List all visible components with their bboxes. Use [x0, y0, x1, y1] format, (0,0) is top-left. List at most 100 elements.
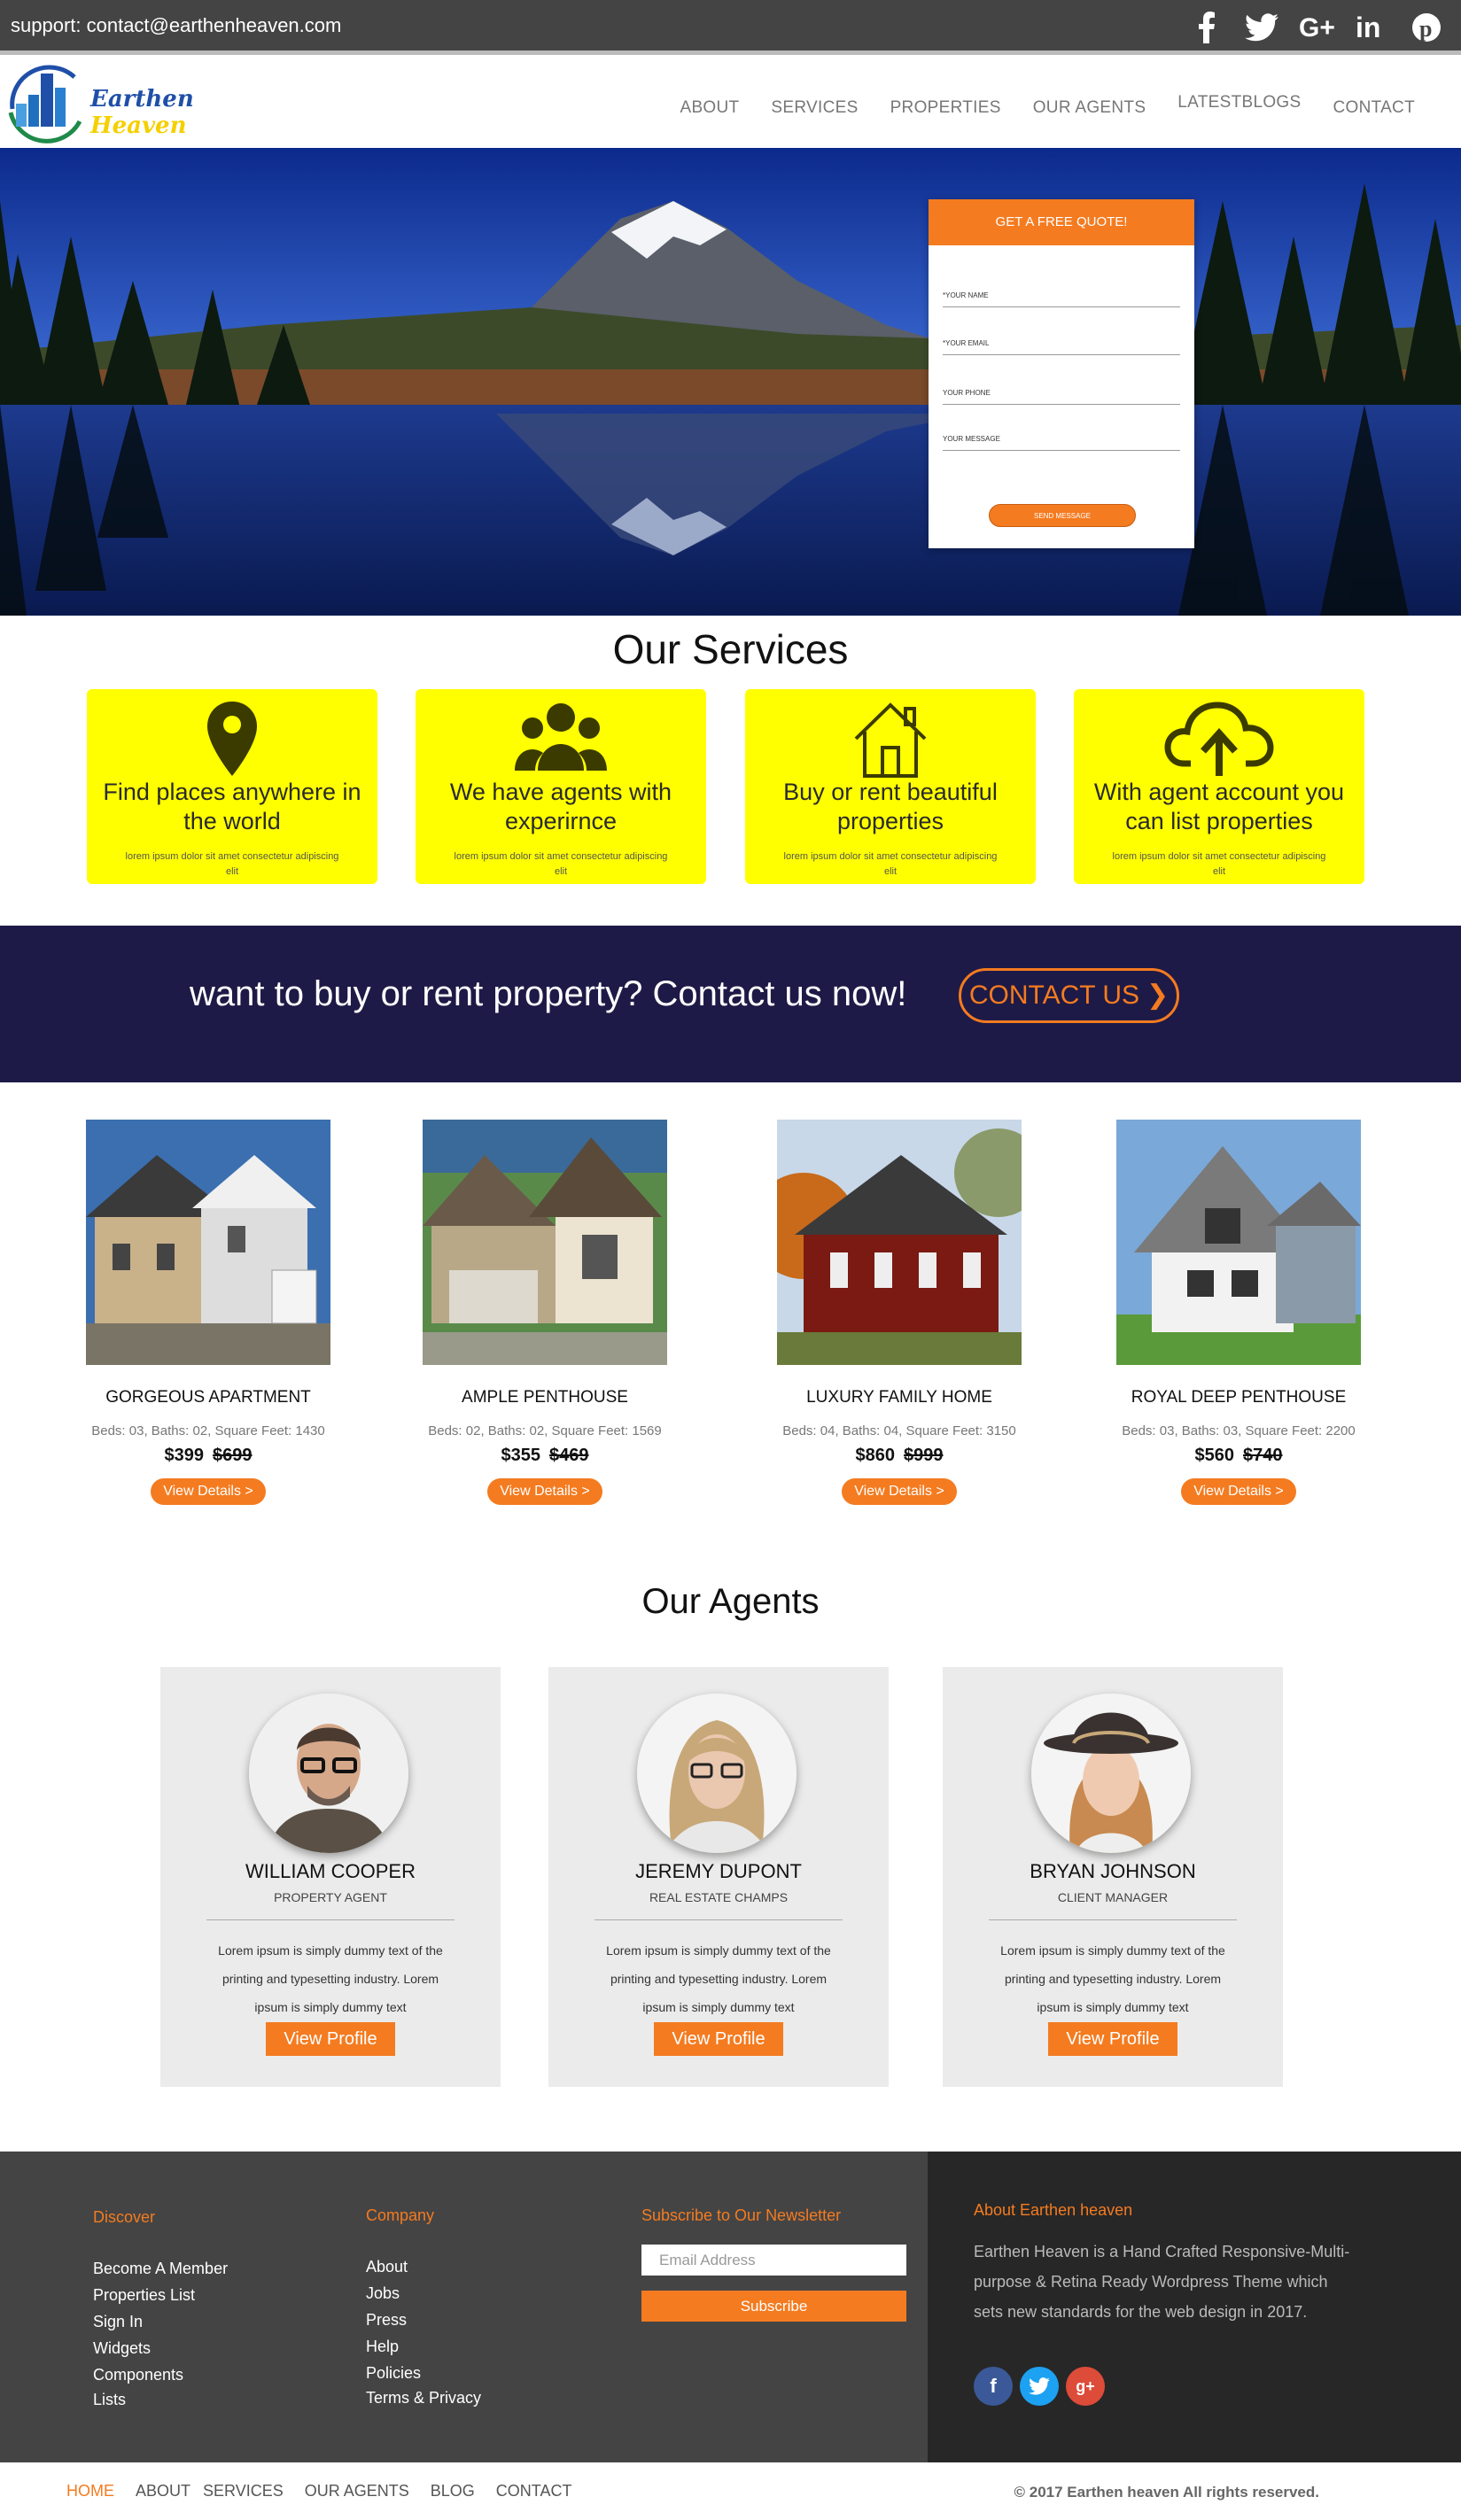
- email-field[interactable]: *YOUR EMAIL: [943, 339, 1180, 355]
- view-details-button[interactable]: View Details >: [1181, 1478, 1296, 1505]
- contact-us-button[interactable]: CONTACT US ❯: [959, 968, 1179, 1023]
- agent-card: BRYAN JOHNSON CLIENT MANAGER Lorem ipsum…: [943, 1667, 1283, 2087]
- nav-latest-blogs[interactable]: LATESTBLOGS: [1177, 93, 1301, 118]
- discover-heading: Discover: [93, 2208, 156, 2226]
- old-price: $999: [904, 1446, 944, 1465]
- site-footer: Discover Become A Member Properties List…: [0, 2152, 1461, 2462]
- property-name: AMPLE PENTHOUSE: [462, 1388, 628, 1407]
- old-price: $699: [213, 1446, 253, 1465]
- logo-text: Earthen Heaven: [90, 86, 194, 139]
- property-card: ROYAL DEEP PENTHOUSE Beds: 03, Baths: 03…: [1115, 1120, 1363, 1505]
- service-card[interactable]: Find places anywhere in the world lorem …: [87, 689, 377, 884]
- current-price: $860: [855, 1446, 896, 1465]
- footer-link[interactable]: Become A Member: [93, 2260, 228, 2278]
- subscribe-button[interactable]: Subscribe: [641, 2291, 906, 2322]
- footer-nav-about[interactable]: ABOUT: [136, 2482, 190, 2501]
- site-logo[interactable]: Earthen Heaven: [4, 59, 287, 146]
- footer-nav-blog[interactable]: BLOG: [431, 2482, 475, 2501]
- users-icon: [416, 698, 706, 783]
- support-email[interactable]: support: contact@earthenheaven.com: [11, 14, 341, 37]
- property-meta: Beds: 04, Baths: 04, Square Feet: 3150: [782, 1423, 1016, 1438]
- contact-us-label: CONTACT US: [968, 981, 1140, 1010]
- twitter-icon[interactable]: [1020, 2367, 1059, 2406]
- service-title: Buy or rent beautiful properties: [783, 779, 998, 834]
- view-details-button[interactable]: View Details >: [151, 1478, 266, 1505]
- agent-name: WILLIAM COOPER: [245, 1860, 416, 1882]
- service-title: We have agents with experirnce: [449, 779, 672, 834]
- send-message-button[interactable]: SEND MESSAGE: [989, 504, 1136, 527]
- agent-card: JEREMY DUPONT REAL ESTATE CHAMPS Lorem i…: [548, 1667, 889, 2087]
- footer-link[interactable]: Jobs: [366, 2284, 400, 2303]
- view-profile-button[interactable]: View Profile: [654, 2022, 783, 2056]
- footer-link[interactable]: About: [366, 2258, 408, 2276]
- property-image[interactable]: [1116, 1120, 1361, 1365]
- bottom-bar: HOME ABOUT SERVICES OUR AGENTS BLOG CONT…: [0, 2462, 1461, 2520]
- pinterest-icon[interactable]: p: [1408, 9, 1445, 46]
- footer-link[interactable]: Properties List: [93, 2286, 195, 2305]
- property-price: $355 $469: [421, 1446, 669, 1466]
- agent-role: CLIENT MANAGER: [1057, 1890, 1169, 1904]
- agent-photo: [637, 1694, 797, 1853]
- svg-text:in: in: [1356, 12, 1380, 43]
- property-name: GORGEOUS APARTMENT: [105, 1388, 311, 1407]
- footer-link[interactable]: Sign In: [93, 2313, 143, 2331]
- mountain-lake-image: [0, 148, 1461, 616]
- footer-nav: HOME ABOUT SERVICES OUR AGENTS BLOG CONT…: [66, 2482, 593, 2501]
- view-profile-button[interactable]: View Profile: [1048, 2022, 1177, 2056]
- svg-text:G+: G+: [1299, 13, 1334, 42]
- footer-link[interactable]: Lists: [93, 2391, 126, 2409]
- nav-services[interactable]: SERVICES: [771, 98, 858, 118]
- copyright: © 2017 Earthen heaven All rights reserve…: [1014, 2484, 1320, 2501]
- agent-name: BRYAN JOHNSON: [1030, 1860, 1196, 1882]
- linkedin-icon[interactable]: in: [1353, 9, 1390, 46]
- view-profile-button[interactable]: View Profile: [266, 2022, 395, 2056]
- nav-our-agents[interactable]: OUR AGENTS: [1033, 98, 1146, 118]
- property-image[interactable]: [777, 1120, 1022, 1365]
- company-heading: Company: [366, 2206, 435, 2224]
- facebook-icon[interactable]: [1188, 9, 1225, 46]
- agent-photo: [249, 1694, 408, 1853]
- twitter-icon[interactable]: [1243, 9, 1280, 46]
- services-title: Our Services: [612, 626, 849, 672]
- nav-about[interactable]: ABOUT: [680, 98, 739, 118]
- property-price: $399 $699: [84, 1446, 332, 1466]
- view-details-button[interactable]: View Details >: [842, 1478, 957, 1505]
- phone-field[interactable]: YOUR PHONE: [943, 389, 1180, 405]
- service-card[interactable]: Buy or rent beautiful properties lorem i…: [745, 689, 1036, 884]
- old-price: $740: [1243, 1446, 1283, 1465]
- service-card[interactable]: We have agents with experirnce lorem ips…: [416, 689, 706, 884]
- view-details-button[interactable]: View Details >: [487, 1478, 602, 1505]
- google-plus-icon[interactable]: G+: [1298, 9, 1335, 46]
- facebook-icon[interactable]: f: [974, 2367, 1013, 2406]
- service-desc: lorem ipsum dolor sit amet consectetur a…: [783, 851, 998, 877]
- message-field[interactable]: YOUR MESSAGE: [943, 435, 1180, 451]
- footer-social-links: f g+: [974, 2367, 1105, 2406]
- property-meta: Beds: 03, Baths: 03, Square Feet: 2200: [1122, 1423, 1356, 1438]
- agent-bio: Lorem ipsum is simply dummy text of the …: [218, 1943, 443, 2014]
- footer-nav-services[interactable]: SERVICES: [203, 2482, 284, 2501]
- footer-nav-contact[interactable]: CONTACT: [496, 2482, 572, 2501]
- property-meta: Beds: 02, Baths: 02, Square Feet: 1569: [428, 1423, 662, 1438]
- top-social-links: G+ in p: [1188, 9, 1445, 46]
- property-name: LUXURY FAMILY HOME: [806, 1388, 992, 1407]
- property-image[interactable]: [423, 1120, 667, 1365]
- footer-link[interactable]: Press: [366, 2311, 407, 2330]
- footer-link[interactable]: Terms & Privacy: [366, 2389, 481, 2408]
- nav-contact[interactable]: CONTACT: [1333, 98, 1415, 118]
- footer-nav-home[interactable]: HOME: [66, 2482, 114, 2501]
- newsletter-heading: Subscribe to Our Newsletter: [641, 2206, 842, 2224]
- property-meta: Beds: 03, Baths: 02, Square Feet: 1430: [91, 1423, 325, 1438]
- footer-link[interactable]: Components: [93, 2366, 183, 2384]
- nav-properties[interactable]: PROPERTIES: [890, 98, 1001, 118]
- name-field[interactable]: *YOUR NAME: [943, 291, 1180, 307]
- footer-link[interactable]: Help: [366, 2338, 399, 2356]
- newsletter-email-input[interactable]: Email Address: [641, 2245, 906, 2276]
- property-image[interactable]: [86, 1120, 330, 1365]
- footer-link[interactable]: Policies: [366, 2364, 421, 2383]
- current-price: $399: [164, 1446, 205, 1465]
- footer-link[interactable]: Widgets: [93, 2339, 151, 2358]
- service-card[interactable]: With agent account you can list properti…: [1074, 689, 1364, 884]
- agent-name: JEREMY DUPONT: [635, 1860, 802, 1882]
- footer-nav-our-agents[interactable]: OUR AGENTS: [305, 2482, 409, 2501]
- google-plus-icon[interactable]: g+: [1066, 2367, 1105, 2406]
